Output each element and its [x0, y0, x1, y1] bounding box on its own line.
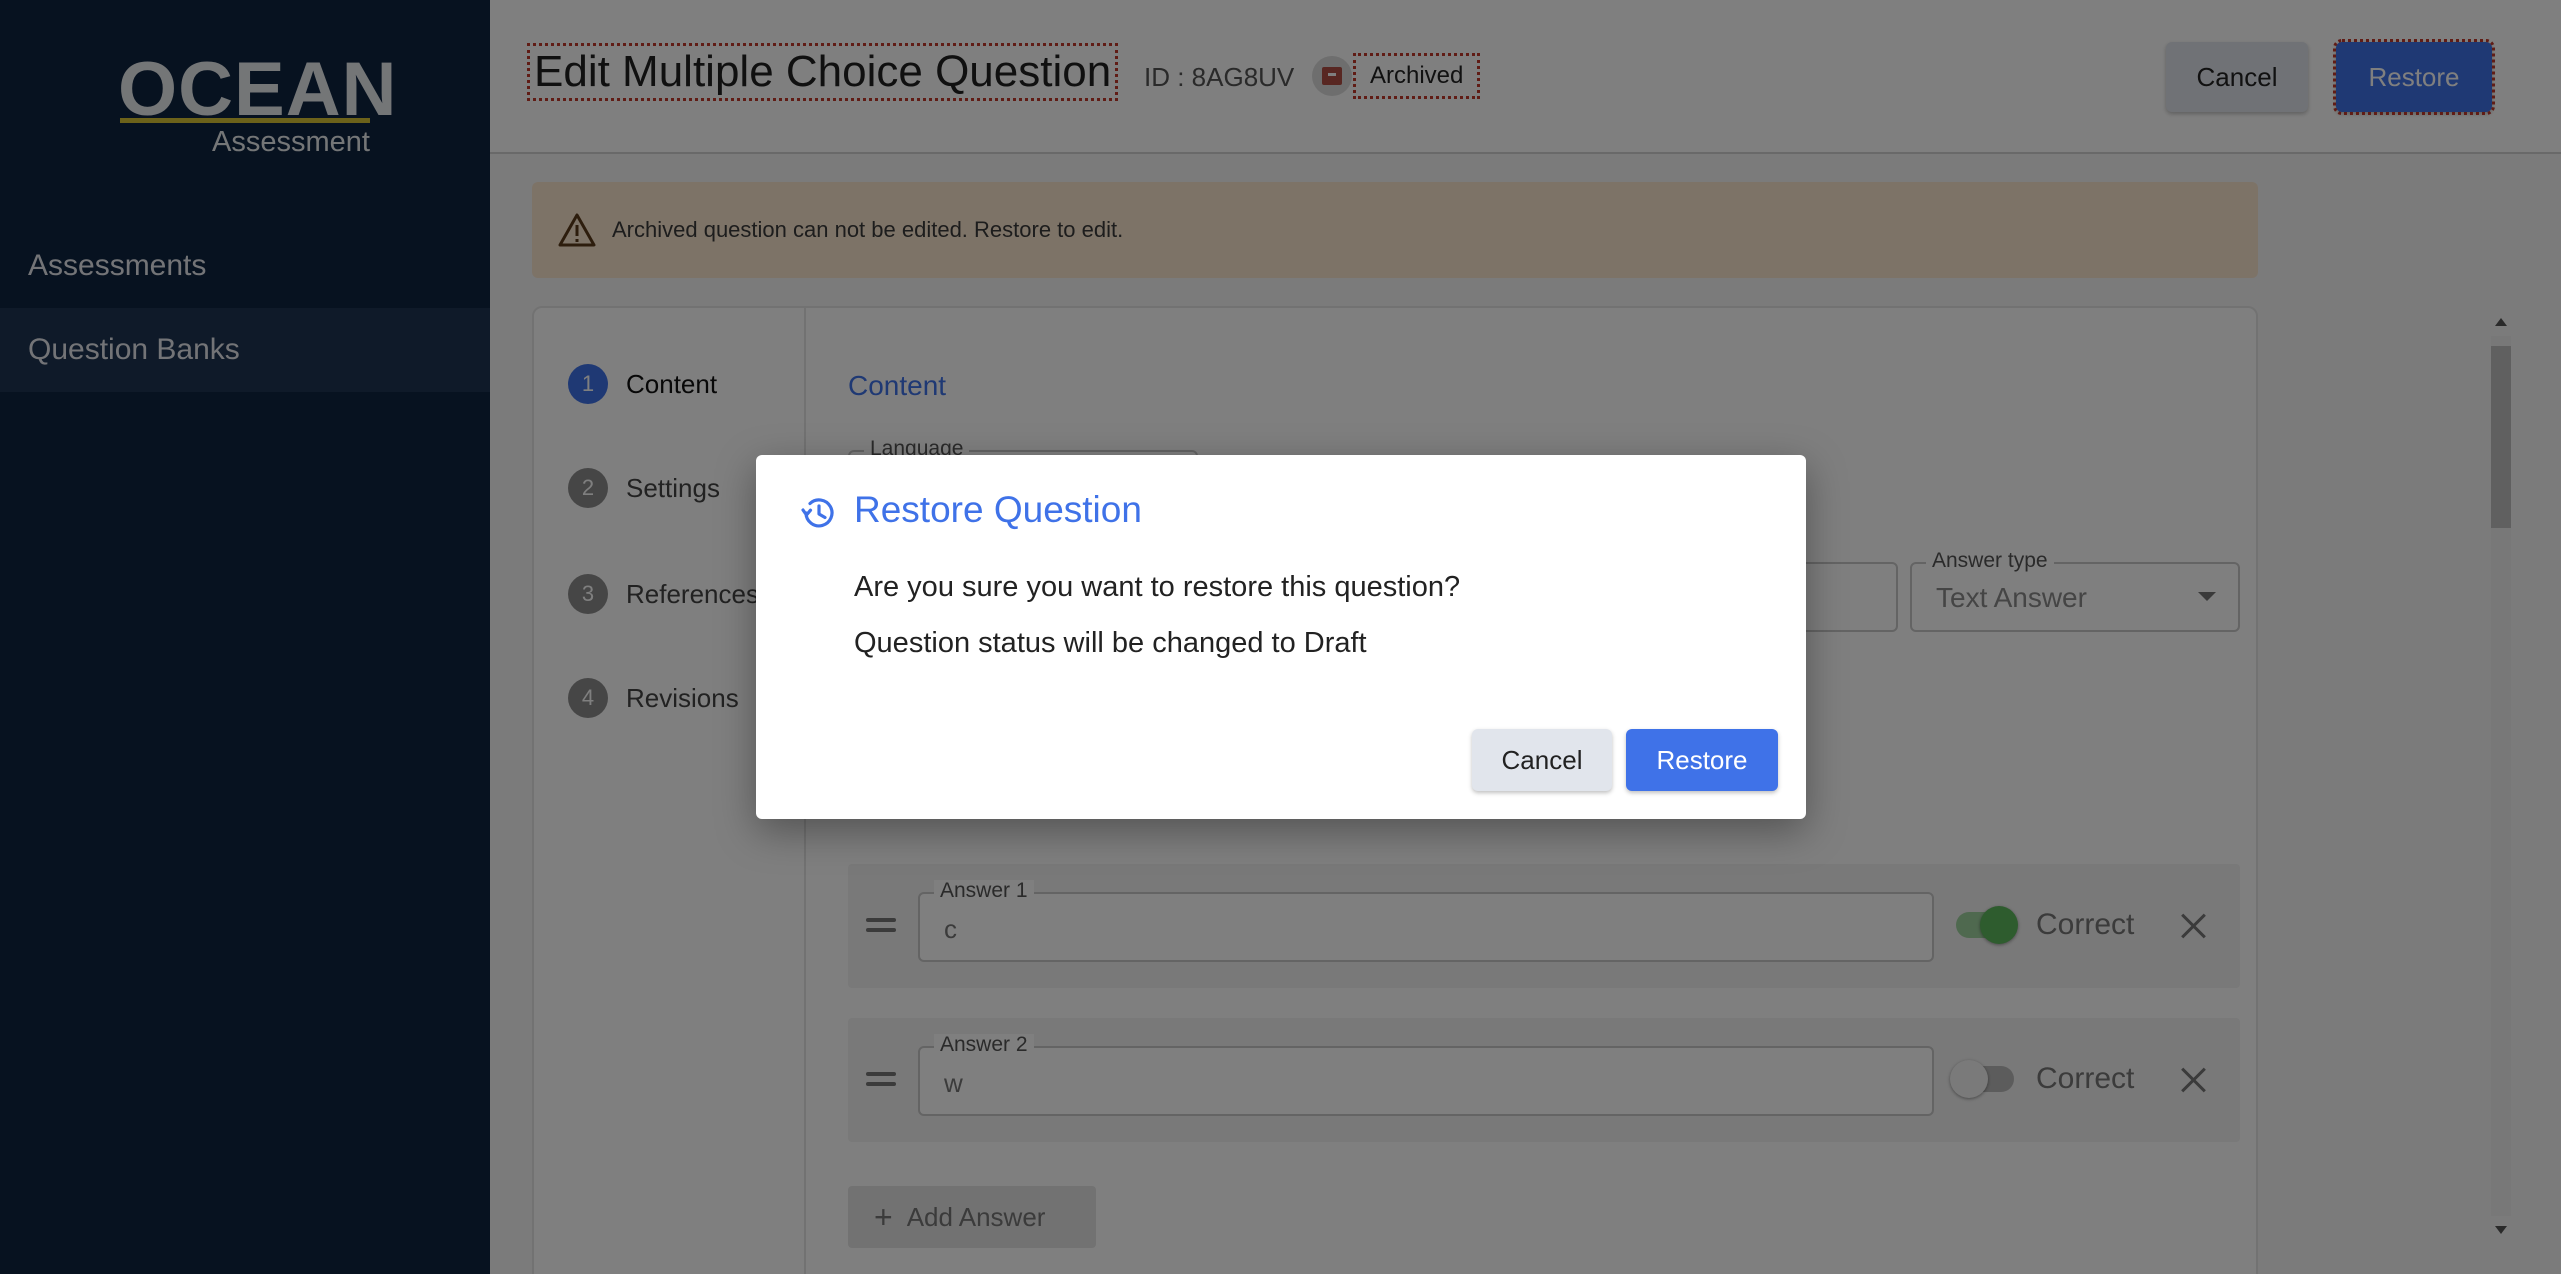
dialog-message: Are you sure you want to restore this qu… [854, 571, 1461, 603]
restore-question-dialog: Restore Question Are you sure you want t… [756, 455, 1806, 819]
dialog-cancel-button[interactable]: Cancel [1472, 729, 1612, 791]
history-restore-icon [798, 493, 838, 533]
dialog-submessage: Question status will be changed to Draft [854, 627, 1367, 659]
dialog-restore-button[interactable]: Restore [1626, 729, 1778, 791]
dialog-title: Restore Question [854, 489, 1142, 530]
